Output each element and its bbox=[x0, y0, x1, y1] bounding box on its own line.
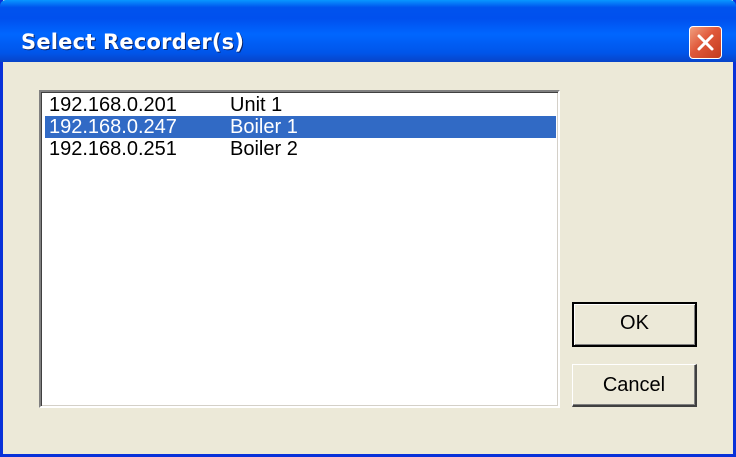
recorder-name: Boiler 1 bbox=[230, 116, 298, 138]
recorder-ip: 192.168.0.251 bbox=[49, 138, 177, 160]
list-item[interactable]: 192.168.0.201 Unit 1 bbox=[45, 94, 556, 116]
recorder-name: Boiler 2 bbox=[230, 138, 298, 160]
close-button[interactable] bbox=[689, 26, 722, 59]
recorder-name: Unit 1 bbox=[230, 94, 283, 116]
list-item[interactable]: 192.168.0.251 Boiler 2 bbox=[45, 138, 556, 160]
recorder-ip: 192.168.0.247 bbox=[49, 116, 177, 138]
recorder-ip: 192.168.0.201 bbox=[49, 94, 177, 116]
close-x-icon bbox=[697, 34, 714, 51]
list-item-selected[interactable]: 192.168.0.247 Boiler 1 bbox=[45, 116, 556, 138]
cancel-button[interactable]: Cancel bbox=[572, 364, 697, 407]
title-bar[interactable]: Select Recorder(s) bbox=[0, 0, 736, 62]
recorder-list[interactable]: 192.168.0.201 Unit 1 192.168.0.247 Boile… bbox=[39, 90, 560, 408]
dialog-window: Select Recorder(s) 192.168.0.201 Unit 1 … bbox=[0, 0, 736, 457]
ok-button[interactable]: OK bbox=[572, 302, 697, 347]
window-title: Select Recorder(s) bbox=[21, 30, 245, 54]
dialog-body: 192.168.0.201 Unit 1 192.168.0.247 Boile… bbox=[3, 62, 733, 454]
